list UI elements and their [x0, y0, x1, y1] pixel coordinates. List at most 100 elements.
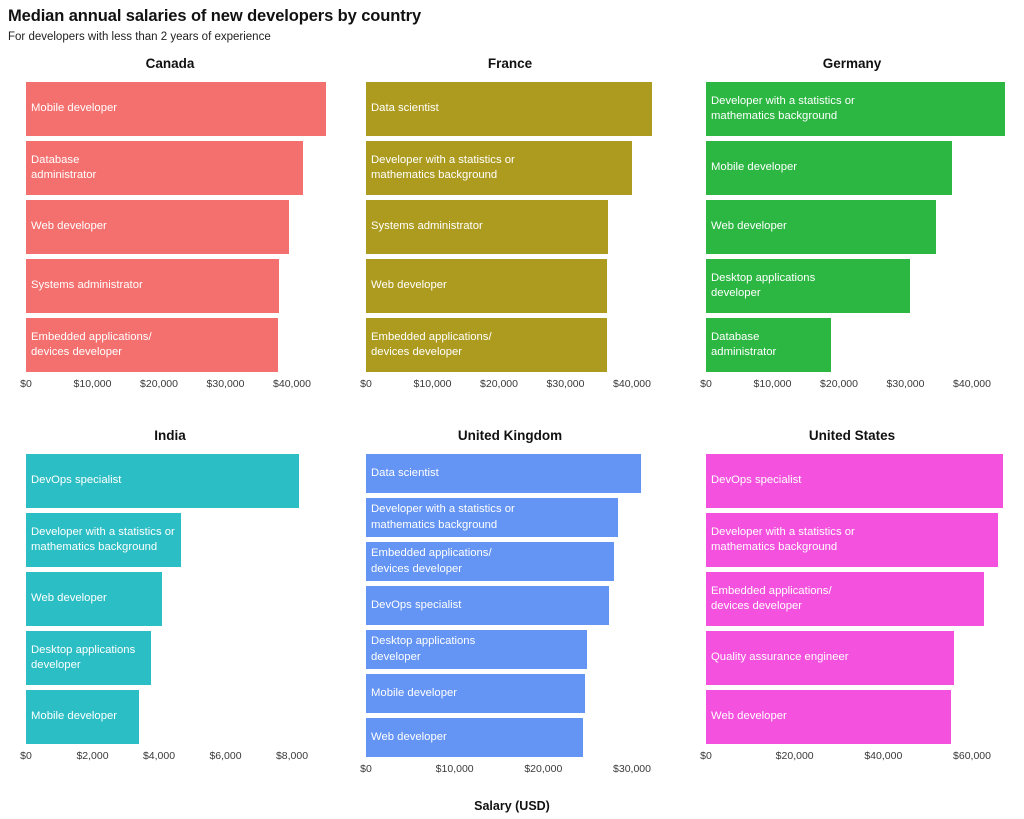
- bar[interactable]: Developer with a statistics or mathemati…: [706, 513, 998, 567]
- bar[interactable]: Desktop applications developer: [706, 259, 911, 313]
- x-axis: $0 $10,000 $20,000 $30,000 $40,000: [360, 378, 654, 398]
- facet-title: India: [154, 428, 186, 443]
- bar-label: Web developer: [371, 730, 447, 743]
- bar[interactable]: Mobile developer: [706, 141, 953, 195]
- bar-row: Desktop applications developer: [26, 631, 314, 685]
- bar[interactable]: Desktop applications developer: [366, 630, 587, 669]
- bar-row: Mobile developer: [366, 674, 654, 713]
- bar-row: Mobile developer: [706, 141, 998, 195]
- bar-row: Web developer: [706, 200, 998, 254]
- bar[interactable]: Mobile developer: [26, 690, 140, 744]
- x-axis-title: Salary (USD): [474, 799, 550, 813]
- bar-label: Mobile developer: [31, 710, 118, 723]
- bar[interactable]: Embedded applications/ devices developer: [706, 572, 984, 626]
- bar[interactable]: Developer with a statistics or mathemati…: [26, 513, 181, 567]
- bar[interactable]: Web developer: [706, 690, 951, 744]
- bar[interactable]: Web developer: [366, 259, 608, 313]
- facet-united-states: United States DevOps specialist Developer …: [680, 428, 1024, 788]
- bar[interactable]: DevOps specialist: [366, 586, 609, 625]
- x-axis: $0 $2,000 $4,000 $6,000 $8,000: [20, 750, 314, 770]
- bar[interactable]: Database administrator: [26, 141, 303, 195]
- bar-row: Desktop applications developer: [366, 630, 654, 669]
- x-axis-tick: $10,000: [413, 378, 452, 390]
- bar[interactable]: Developer with a statistics or mathemati…: [366, 498, 618, 537]
- page-title: Median annual salaries of new developers…: [8, 7, 422, 25]
- bar-label: Systems administrator: [31, 279, 143, 292]
- bar[interactable]: Desktop applications developer: [26, 631, 151, 685]
- plot-area: DevOps specialist Developer with a statis…: [680, 454, 1024, 770]
- bar-row: Developer with a statistics or mathemati…: [26, 513, 314, 567]
- x-axis-tick: $60,000: [953, 750, 991, 762]
- bar[interactable]: Developer with a statistics or mathemati…: [706, 82, 1006, 136]
- bar-label: Web developer: [711, 220, 787, 233]
- bar-label: Developer with a statistics or mathemati…: [711, 525, 855, 554]
- bar-label: Mobile developer: [711, 161, 798, 174]
- facet-france: France Data scientist Developer with a sta…: [340, 56, 680, 428]
- chart-page: Median annual salaries of new developers…: [0, 0, 1024, 819]
- x-axis-tick: $0: [20, 378, 32, 390]
- bar[interactable]: DevOps specialist: [26, 454, 299, 508]
- bar[interactable]: Web developer: [26, 200, 289, 254]
- bar-row: Embedded applications/ devices developer: [706, 572, 998, 626]
- bar[interactable]: DevOps specialist: [706, 454, 1004, 508]
- x-axis-tick: $40,000: [613, 378, 651, 390]
- facet-germany: Germany Developer with a statistics or ma…: [680, 56, 1024, 428]
- bar-label: Database administrator: [31, 153, 97, 182]
- bar[interactable]: Data scientist: [366, 454, 641, 493]
- bar[interactable]: Mobile developer: [26, 82, 326, 136]
- x-axis: $0 $20,000 $40,000 $60,000: [700, 750, 998, 770]
- x-axis-tick: $20,000: [820, 378, 858, 390]
- facet-title: Germany: [822, 56, 882, 71]
- bar-label: Quality assurance engineer: [711, 651, 849, 664]
- x-axis-tick: $20,000: [480, 378, 518, 390]
- x-axis-tick: $0: [360, 763, 372, 775]
- bar-label: Web developer: [31, 220, 107, 233]
- bar-row: Mobile developer: [26, 82, 326, 136]
- x-axis-tick: $30,000: [886, 378, 925, 390]
- bar-label: Mobile developer: [31, 102, 118, 115]
- bar-label: DevOps specialist: [31, 474, 122, 487]
- facet-title: Canada: [145, 56, 195, 71]
- x-axis-tick: $40,000: [953, 378, 991, 390]
- bar-label: Embedded applications/ devices developer: [31, 330, 152, 359]
- bar-label: Developer with a statistics or mathemati…: [31, 525, 175, 554]
- x-axis-tick: $30,000: [613, 763, 651, 775]
- bar-row: DevOps specialist: [366, 586, 654, 625]
- bar[interactable]: Systems administrator: [26, 259, 279, 313]
- facet-title: France: [487, 56, 533, 71]
- bar-label: Web developer: [371, 279, 447, 292]
- bar[interactable]: Systems administrator: [366, 200, 609, 254]
- bar[interactable]: Web developer: [26, 572, 163, 626]
- x-axis-tick: $10,000: [435, 763, 474, 775]
- bar-label: Web developer: [31, 592, 107, 605]
- x-axis-tick: $0: [20, 750, 32, 762]
- x-axis: $0 $10,000 $20,000 $30,000: [360, 763, 654, 783]
- bar-row: Data scientist: [366, 454, 654, 493]
- bar-row: Embedded applications/ devices developer: [366, 542, 654, 581]
- bar[interactable]: Database administrator: [706, 318, 832, 372]
- bar-label: Desktop applications developer: [711, 271, 816, 300]
- x-axis-tick: $10,000: [753, 378, 792, 390]
- bar-row: Embedded applications/ devices developer: [366, 318, 654, 372]
- facet-canada: Canada Mobile developer Database administr…: [0, 56, 340, 428]
- bar[interactable]: Data scientist: [366, 82, 652, 136]
- bar[interactable]: Web developer: [366, 718, 584, 757]
- bar-row: Developer with a statistics or mathemati…: [706, 82, 1006, 136]
- plot-area: Developer with a statistics or mathemati…: [680, 82, 1024, 398]
- x-axis-tick: $0: [700, 378, 712, 390]
- x-axis-tick: $20,000: [140, 378, 178, 390]
- bar[interactable]: Developer with a statistics or mathemati…: [366, 141, 632, 195]
- bar[interactable]: Embedded applications/ devices developer: [366, 542, 615, 581]
- bar-row: Quality assurance engineer: [706, 631, 998, 685]
- bar[interactable]: Quality assurance engineer: [706, 631, 955, 685]
- bar[interactable]: Embedded applications/ devices developer: [366, 318, 607, 372]
- plot-area: DevOps specialist Developer with a statis…: [0, 454, 340, 770]
- x-axis-tick: $40,000: [864, 750, 903, 762]
- bar[interactable]: Embedded applications/ devices developer: [26, 318, 279, 372]
- bar-row: Database administrator: [706, 318, 998, 372]
- x-axis-tick: $30,000: [206, 378, 245, 390]
- bar[interactable]: Mobile developer: [366, 674, 585, 713]
- bar-label: Web developer: [711, 710, 787, 723]
- bar[interactable]: Web developer: [706, 200, 937, 254]
- x-axis-tick: $10,000: [73, 378, 112, 390]
